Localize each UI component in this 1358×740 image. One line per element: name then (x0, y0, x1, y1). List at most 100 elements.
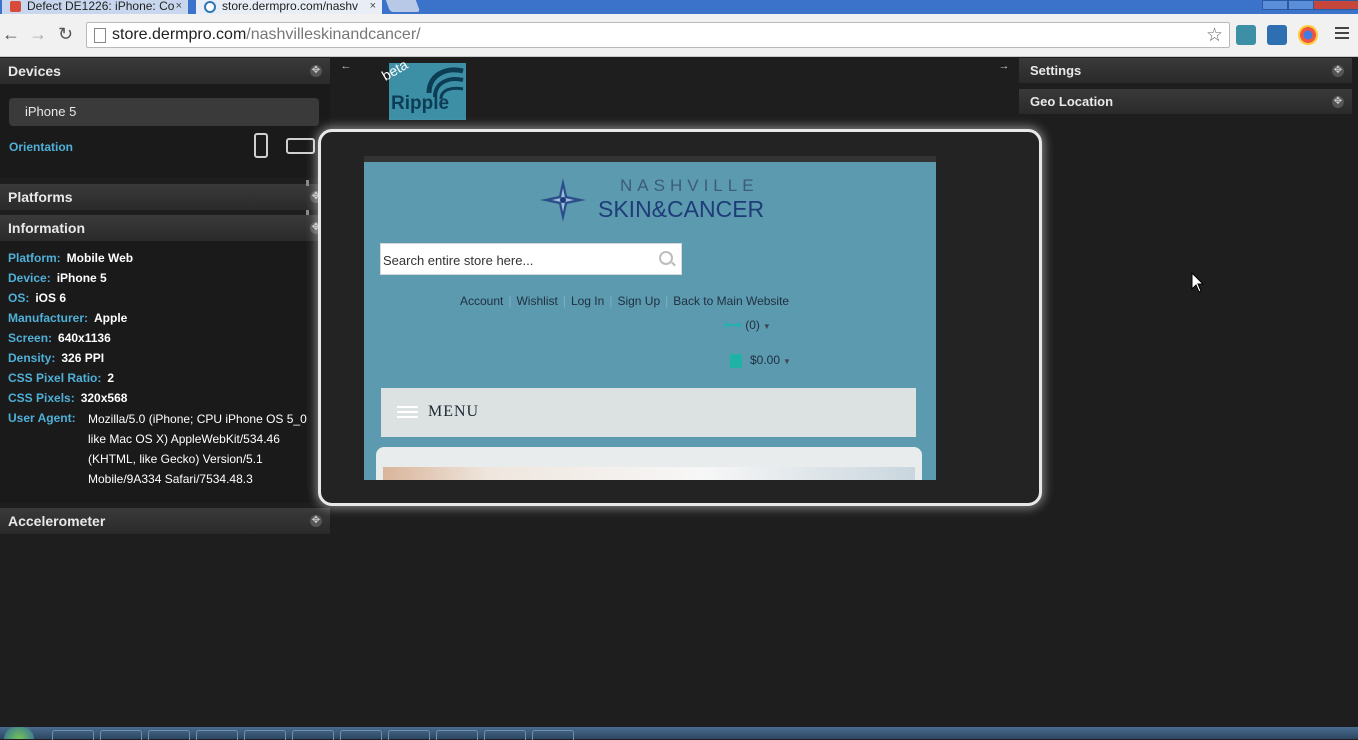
link-separator: | (609, 294, 613, 308)
expand-icon[interactable]: ✥ (1332, 65, 1344, 77)
info-value: 2 (107, 371, 115, 385)
info-key: Manufacturer: (8, 311, 89, 325)
s-extension-icon[interactable] (1267, 25, 1287, 45)
header-links: Account | Wishlist | Log In | Sign Up | Back to … (460, 294, 789, 308)
settings-panel-header[interactable]: Settings ✥ (1019, 58, 1352, 83)
tab-title: store.dermpro.com/nashv (222, 0, 359, 13)
collapse-left-arrow-icon[interactable]: ← (339, 60, 353, 72)
store-search[interactable] (380, 243, 682, 276)
tab-title: Defect DE1226: iPhone: Co (27, 0, 175, 13)
info-row-density: Density: 326 PPI (8, 350, 104, 366)
compare-arrows-icon: ⟷ (724, 318, 742, 332)
site-logo[interactable]: NASHVILLE SKIN&CANCER (536, 174, 776, 226)
link-account[interactable]: Account (460, 294, 503, 308)
platforms-panel-header[interactable]: Platforms ✥ (0, 184, 330, 210)
tab-defect[interactable]: Defect DE1226: iPhone: Co × (2, 0, 188, 14)
info-value: Apple (94, 311, 128, 325)
info-key: CSS Pixel Ratio: (8, 371, 102, 385)
reload-icon[interactable]: ↻ (58, 25, 73, 43)
landscape-phone-icon[interactable] (286, 138, 315, 154)
expand-icon[interactable]: ✥ (310, 65, 322, 77)
info-row-css-pixels: CSS Pixels: 320x568 (8, 390, 127, 406)
expand-icon[interactable]: ✥ (310, 515, 322, 527)
info-key: Screen: (8, 331, 53, 345)
browser-toolbar: ← → ↻ store.dermpro.com/nashvilleskinand… (0, 14, 1358, 57)
info-key: OS: (8, 291, 30, 305)
information-panel-title: Information (8, 220, 85, 236)
info-key: User Agent: (8, 411, 76, 425)
minimize-button[interactable] (1262, 0, 1288, 10)
info-key: Device: (8, 271, 51, 285)
logo-nashville-text: NASHVILLE (620, 176, 759, 195)
accelerometer-panel-title: Accelerometer (8, 513, 106, 529)
link-separator: | (665, 294, 669, 308)
accelerometer-panel-header[interactable]: Accelerometer ✥ (0, 508, 330, 534)
collapse-right-arrow-icon[interactable]: → (997, 60, 1011, 72)
geo-location-panel-header[interactable]: Geo Location ✥ (1019, 89, 1352, 114)
shopping-bag-icon (730, 353, 742, 368)
portrait-phone-icon[interactable] (254, 133, 268, 158)
tab-store[interactable]: store.dermpro.com/nashv × (196, 0, 382, 14)
info-row-user-agent: User Agent: (8, 410, 76, 426)
devices-panel-title: Devices (8, 63, 61, 79)
info-key: CSS Pixels: (8, 391, 75, 405)
cart-total: $0.00 (750, 353, 781, 367)
device-select[interactable]: iPhone 5 (9, 98, 319, 126)
link-log-in[interactable]: Log In (571, 294, 604, 308)
browser-menu-icon[interactable] (1335, 27, 1349, 42)
devices-panel-header[interactable]: Devices ✥ (0, 58, 330, 84)
back-arrow-icon[interactable]: ← (2, 25, 20, 43)
hero-image (383, 467, 915, 480)
bookmark-star-icon[interactable]: ☆ (1206, 24, 1223, 47)
info-value: iOS 6 (35, 291, 67, 305)
window-close-button[interactable] (1313, 0, 1358, 10)
tab-close-icon[interactable]: × (370, 0, 376, 12)
scrollbar-thumb[interactable] (306, 180, 309, 186)
emulated-screen: NASHVILLE SKIN&CANCER Account | Wishlist | L… (364, 156, 936, 480)
information-panel-header[interactable]: Information ✥ (0, 215, 330, 241)
loading-favicon-icon (204, 1, 216, 13)
mouse-cursor-icon (1191, 272, 1205, 293)
url-text: store.dermpro.com/nashvilleskinandcancer… (112, 25, 421, 45)
ripple-logo-text: Ripple (391, 93, 450, 114)
chrome-extension-icon[interactable] (1298, 25, 1318, 45)
link-sign-up[interactable]: Sign Up (617, 294, 660, 308)
info-value: 326 PPI (61, 351, 105, 365)
info-row-device: Device: iPhone 5 (8, 270, 107, 286)
link-wishlist[interactable]: Wishlist (516, 294, 557, 308)
orientation-label: Orientation (9, 140, 74, 154)
compare-dropdown[interactable]: ⟷ (0) ▼ (724, 318, 771, 332)
info-value: 320x568 (80, 391, 128, 405)
search-input[interactable] (381, 244, 655, 276)
menu-bar[interactable]: MENU (381, 388, 916, 437)
info-row-manufacturer: Manufacturer: Apple (8, 310, 127, 326)
expand-icon[interactable]: ✥ (1332, 96, 1344, 108)
forward-arrow-icon[interactable]: → (29, 25, 47, 43)
maximize-button[interactable] (1288, 0, 1314, 10)
info-key: Density: (8, 351, 56, 365)
search-icon[interactable] (659, 251, 673, 265)
chevron-down-icon: ▼ (762, 322, 771, 331)
chevron-down-icon: ▼ (783, 357, 791, 366)
url-path: /nashvilleskinandcancer/ (246, 26, 421, 43)
info-row-pixel-ratio: CSS Pixel Ratio: 2 (8, 370, 114, 386)
link-separator: | (508, 294, 512, 308)
compass-star-icon (540, 178, 586, 222)
page-icon (94, 28, 106, 43)
os-taskbar (0, 727, 1358, 740)
platforms-panel-title: Platforms (8, 189, 73, 205)
start-button[interactable] (4, 727, 34, 739)
cart-dropdown[interactable]: $0.00 ▼ (730, 353, 791, 368)
hero-banner (376, 447, 922, 480)
hamburger-icon (397, 406, 418, 421)
browser-tab-bar: Defect DE1226: iPhone: Co × store.dermpr… (0, 0, 1358, 14)
tab-close-icon[interactable]: × (176, 0, 182, 12)
new-tab-button[interactable] (385, 0, 421, 12)
address-bar[interactable]: store.dermpro.com/nashvilleskinandcancer… (86, 22, 1230, 48)
info-row-os: OS: iOS 6 (8, 290, 66, 306)
compare-count: (0) (745, 318, 760, 332)
info-value: 640x1136 (58, 331, 111, 345)
ripple-extension-icon[interactable] (1236, 25, 1256, 45)
logo-skin-cancer-text: SKIN&CANCER (598, 196, 765, 222)
link-main-website[interactable]: Back to Main Website (673, 294, 789, 308)
